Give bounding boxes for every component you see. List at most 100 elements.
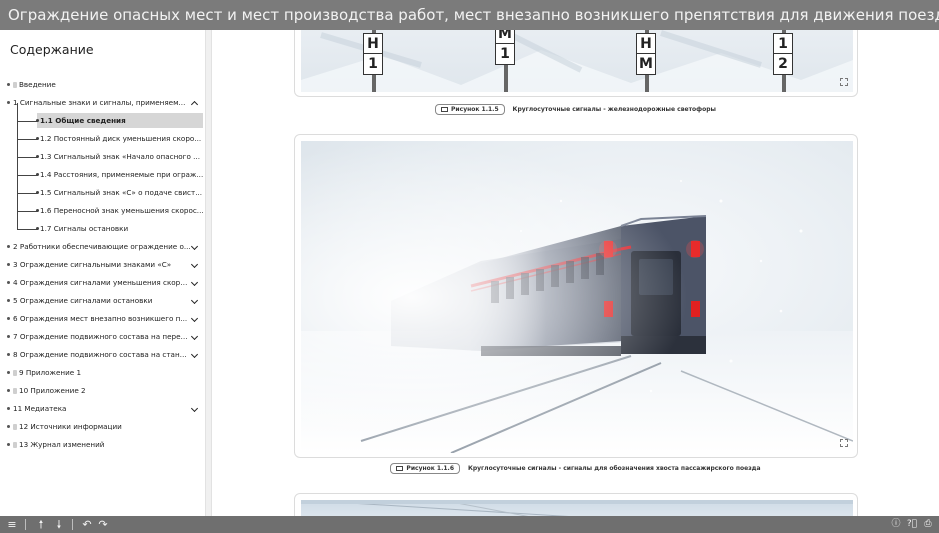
tree-connector xyxy=(17,137,39,140)
toc-subitem-1-5[interactable]: 1.5 Сигнальный знак «С» о подаче свист..… xyxy=(0,184,205,202)
figure-image: Н 1 М 1 Н М 1 2 xyxy=(301,30,853,92)
bullet-icon xyxy=(7,407,10,410)
sign-letter: 1 xyxy=(500,46,510,62)
window-title: Ограждение опасных мест и мест производс… xyxy=(8,6,939,24)
toc-subitem-label: 1.5 Сигнальный знак «С» о подаче свист..… xyxy=(40,188,203,197)
toc-subitem-1-1[interactable]: 1.1 Общие сведения xyxy=(0,112,205,130)
tree-connector xyxy=(17,191,39,194)
figure-image xyxy=(301,141,853,453)
chevron-up-icon[interactable] xyxy=(190,100,199,109)
toc-item-label: Введение xyxy=(19,80,56,89)
undo-icon[interactable]: ↶ xyxy=(80,516,94,533)
figure-1-1-6 xyxy=(294,134,858,458)
caption-text: Круглосуточные сигналы - сигналы для обо… xyxy=(467,465,761,472)
toc-item-label: 11 Медиатека xyxy=(13,404,67,413)
bullet-icon xyxy=(7,263,10,266)
toc-item-label: 13 Журнал изменений xyxy=(19,440,105,449)
bullet-icon xyxy=(7,425,10,428)
signal-sign: 1 2 xyxy=(773,33,793,75)
toc-item-label: 6 Ограждения мест внезапно возникшего п.… xyxy=(13,314,188,323)
info-icon[interactable]: ⓘ xyxy=(889,516,903,533)
chevron-down-icon[interactable] xyxy=(190,260,199,269)
print-icon[interactable]: ⎙ xyxy=(921,516,935,533)
toc-subitem-1-7[interactable]: 1.7 Сигналы остановки xyxy=(0,220,205,238)
bullet-icon xyxy=(7,281,10,284)
toolbar-separator xyxy=(25,519,26,530)
bullet-icon xyxy=(7,245,10,248)
menu-icon[interactable]: ≡ xyxy=(5,516,19,533)
bullet-icon xyxy=(7,371,10,374)
help-icon[interactable]: ?⃝ xyxy=(905,516,919,533)
toc-item-12[interactable]: 12 Источники информации xyxy=(0,418,205,436)
toc-subitems: 1.1 Общие сведения 1.2 Постоянный диск у… xyxy=(0,103,205,238)
sign-letter: Н xyxy=(637,34,655,54)
expand-icon[interactable] xyxy=(840,78,848,86)
window-title-bar: Ограждение опасных мест и мест производс… xyxy=(0,0,939,30)
toc-item-intro[interactable]: Введение xyxy=(0,76,205,94)
figure-caption: Рисунок 1.1.5 Круглосуточные сигналы - ж… xyxy=(212,104,939,118)
signal-sign: Н 1 xyxy=(363,33,383,75)
sign-letter: 1 xyxy=(368,56,378,72)
figure-next xyxy=(294,493,858,516)
bullet-icon xyxy=(7,353,10,356)
toc-list: Введение 1 Сигнальные знаки и сигналы, п… xyxy=(0,76,205,454)
toc-item-7[interactable]: 7 Ограждение подвижного состава на перег… xyxy=(0,328,205,346)
toc-subitem-1-4[interactable]: 1.4 Расстояния, применяемые при ограж... xyxy=(0,166,205,184)
toc-item-label: 5 Ограждение сигналами остановки xyxy=(13,296,153,305)
document-icon xyxy=(13,370,17,376)
sign-letter: 1 xyxy=(774,34,792,54)
chevron-down-icon[interactable] xyxy=(190,242,199,251)
content-area[interactable]: Н 1 М 1 Н М 1 2 Рисунок 1.1.5 Круглосуто… xyxy=(212,30,939,516)
toc-item-label: 1 Сигнальные знаки и сигналы, применяем.… xyxy=(13,98,186,107)
bullet-icon xyxy=(7,389,10,392)
figure-caption: Рисунок 1.1.6 Круглосуточные сигналы - с… xyxy=(212,463,939,477)
toc-item-9[interactable]: 9 Приложение 1 xyxy=(0,364,205,382)
chevron-down-icon[interactable] xyxy=(190,350,199,359)
chevron-down-icon[interactable] xyxy=(190,332,199,341)
toc-item-4[interactable]: 4 Ограждения сигналами уменьшения скоро.… xyxy=(0,274,205,292)
sidebar-resize-handle[interactable] xyxy=(205,30,212,516)
redo-icon[interactable]: ↷ xyxy=(96,516,110,533)
document-icon xyxy=(13,424,17,430)
toc-item-5[interactable]: 5 Ограждение сигналами остановки xyxy=(0,292,205,310)
toc-subitem-1-2[interactable]: 1.2 Постоянный диск уменьшения скоро... xyxy=(0,130,205,148)
chevron-down-icon[interactable] xyxy=(190,296,199,305)
train-illustration xyxy=(301,141,853,453)
toc-item-label: 3 Ограждение сигнальными знаками «С» xyxy=(13,260,172,269)
bullet-icon xyxy=(7,83,10,86)
toc-subitem-label: 1.3 Сигнальный знак «Начало опасного ... xyxy=(40,152,200,161)
image-icon xyxy=(441,107,449,112)
toc-subitem-1-3[interactable]: 1.3 Сигнальный знак «Начало опасного ... xyxy=(0,148,205,166)
toc-item-10[interactable]: 10 Приложение 2 xyxy=(0,382,205,400)
chevron-down-icon[interactable] xyxy=(190,404,199,413)
arrow-down-icon[interactable]: 🠗 xyxy=(52,516,66,533)
snow-background xyxy=(301,30,853,92)
toc-item-label: 4 Ограждения сигналами уменьшения скоро.… xyxy=(13,278,191,287)
signal-sign: Н М xyxy=(636,33,656,75)
toc-item-6[interactable]: 6 Ограждения мест внезапно возникшего п.… xyxy=(0,310,205,328)
toc-item-3[interactable]: 3 Ограждение сигнальными знаками «С» xyxy=(0,256,205,274)
document-icon xyxy=(13,82,17,88)
toc-subitem-1-6[interactable]: 1.6 Переносной знак уменьшения скорос... xyxy=(0,202,205,220)
toc-subitem-label: 1.4 Расстояния, применяемые при ограж... xyxy=(40,170,204,179)
toc-item-8[interactable]: 8 Ограждение подвижного состава на станц… xyxy=(0,346,205,364)
bullet-icon xyxy=(7,335,10,338)
toolbar-separator xyxy=(72,519,73,530)
figure-image-preview xyxy=(301,500,853,516)
toc-item-label: 8 Ограждение подвижного состава на станц… xyxy=(13,350,191,359)
chevron-down-icon[interactable] xyxy=(190,314,199,323)
figure-1-1-5: Н 1 М 1 Н М 1 2 xyxy=(294,30,858,97)
figure-number-badge[interactable]: Рисунок 1.1.6 xyxy=(390,463,461,474)
toc-item-13[interactable]: 13 Журнал изменений xyxy=(0,436,205,454)
chevron-down-icon[interactable] xyxy=(190,278,199,287)
toc-item-1[interactable]: 1 Сигнальные знаки и сигналы, применяем.… xyxy=(0,94,205,112)
toc-item-2[interactable]: 2 Работники обеспечивающие ограждение о.… xyxy=(0,238,205,256)
toc-subitem-label: 1.7 Сигналы остановки xyxy=(40,224,129,233)
toc-item-11[interactable]: 11 Медиатека xyxy=(0,400,205,418)
tree-connector xyxy=(17,209,39,212)
bullet-icon xyxy=(7,443,10,446)
arrow-up-icon[interactable]: 🠕 xyxy=(34,516,48,533)
tree-connector xyxy=(17,173,39,176)
figure-number-badge[interactable]: Рисунок 1.1.5 xyxy=(435,104,505,115)
expand-icon[interactable] xyxy=(840,439,848,447)
